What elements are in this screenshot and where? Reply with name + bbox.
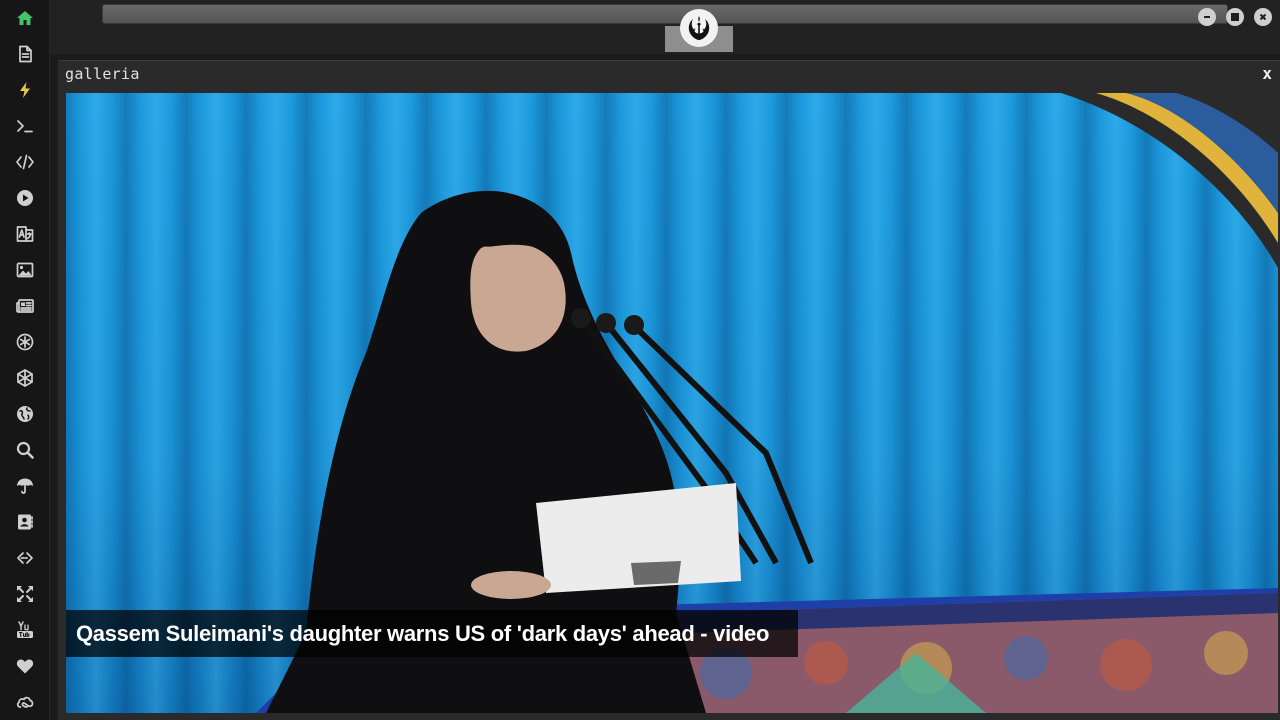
youtube-icon[interactable] bbox=[13, 618, 37, 642]
home-icon[interactable] bbox=[13, 6, 37, 30]
terminal-icon[interactable] bbox=[13, 114, 37, 138]
heart-icon[interactable] bbox=[13, 654, 37, 678]
top-bar bbox=[50, 0, 1280, 54]
close-window-button[interactable] bbox=[1254, 8, 1272, 26]
translate-icon[interactable] bbox=[13, 222, 37, 246]
expand-icon[interactable] bbox=[13, 582, 37, 606]
cloud-icon[interactable] bbox=[13, 690, 37, 714]
umbrella-icon[interactable] bbox=[13, 474, 37, 498]
panel-title: galleria bbox=[65, 65, 140, 83]
rebel-alliance-logo-icon[interactable] bbox=[680, 9, 718, 47]
sidebar bbox=[0, 0, 50, 720]
play-icon[interactable] bbox=[13, 186, 37, 210]
network-icon[interactable] bbox=[13, 366, 37, 390]
gallery-caption: Qassem Suleimani's daughter warns US of … bbox=[66, 610, 798, 657]
newspaper-icon[interactable] bbox=[13, 294, 37, 318]
asterisk-icon[interactable] bbox=[13, 330, 37, 354]
image-icon[interactable] bbox=[13, 258, 37, 282]
search-icon[interactable] bbox=[13, 438, 37, 462]
maximize-button[interactable] bbox=[1226, 8, 1244, 26]
link-icon[interactable] bbox=[13, 546, 37, 570]
lightning-icon[interactable] bbox=[13, 78, 37, 102]
address-bar[interactable] bbox=[102, 4, 1228, 24]
caption-text: Qassem Suleimani's daughter warns US of … bbox=[76, 620, 770, 646]
contact-icon[interactable] bbox=[13, 510, 37, 534]
minimize-button[interactable] bbox=[1198, 8, 1216, 26]
globe-icon[interactable] bbox=[13, 402, 37, 426]
code-icon[interactable] bbox=[13, 150, 37, 174]
document-icon[interactable] bbox=[13, 42, 37, 66]
panel-close-button[interactable]: x bbox=[1262, 64, 1272, 83]
